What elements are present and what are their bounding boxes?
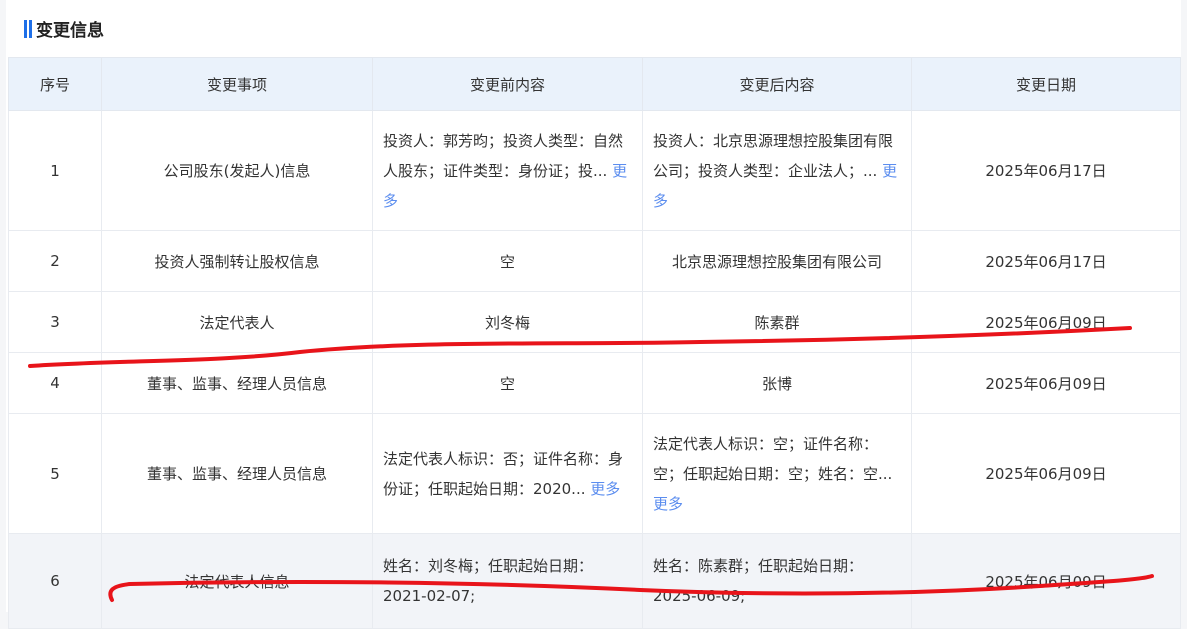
section-header: 变更信息 [6, 0, 1181, 57]
cell-date: 2025年06月17日 [911, 110, 1181, 231]
section-title: 变更信息 [36, 21, 104, 41]
cell-date: 2025年06月09日 [911, 533, 1181, 629]
cell-item: 法定代表人 [101, 291, 373, 353]
after-text: 投资人：北京思源理想控股集团有限公司；投资人类型：企业法人；... [653, 131, 894, 180]
table-row: 4 董事、监事、经理人员信息 空 张博 2025年06月09日 [8, 352, 1181, 414]
cell-date: 2025年06月09日 [911, 352, 1181, 414]
cell-no: 4 [8, 352, 102, 414]
cell-after: 投资人：北京思源理想控股集团有限公司；投资人类型：企业法人；... 更多 [642, 110, 912, 231]
before-text: 投资人：郭芳昀；投资人类型：自然人股东；证件类型：身份证；投... [383, 131, 624, 180]
cell-item: 投资人强制转让股权信息 [101, 230, 373, 292]
cell-no: 3 [8, 291, 102, 353]
table-row: 6 法定代表人信息 姓名：刘冬梅；任职起始日期：2021-02-07; 姓名：陈… [8, 533, 1181, 629]
cell-no: 6 [8, 533, 102, 629]
cell-no: 1 [8, 110, 102, 231]
header-date: 变更日期 [911, 57, 1181, 111]
table-row: 2 投资人强制转让股权信息 空 北京思源理想控股集团有限公司 2025年06月1… [8, 230, 1181, 292]
before-text: 法定代表人标识：否；证件名称：身份证；任职起始日期：2020... [383, 449, 624, 498]
cell-after: 陈素群 [642, 291, 912, 353]
table-header-row: 序号 变更事项 变更前内容 变更后内容 变更日期 [8, 57, 1181, 111]
header-after: 变更后内容 [642, 57, 912, 111]
cell-before: 投资人：郭芳昀；投资人类型：自然人股东；证件类型：身份证；投... 更多 [372, 110, 643, 231]
cell-before: 法定代表人标识：否；证件名称：身份证；任职起始日期：2020... 更多 [372, 413, 643, 534]
header-before: 变更前内容 [372, 57, 643, 111]
cell-item: 法定代表人信息 [101, 533, 373, 629]
cell-before: 姓名：刘冬梅；任职起始日期：2021-02-07; [372, 533, 643, 629]
cell-no: 5 [8, 413, 102, 534]
cell-after: 张博 [642, 352, 912, 414]
cell-after: 法定代表人标识：空；证件名称：空；任职起始日期：空；姓名：空... 更多 [642, 413, 912, 534]
more-link[interactable]: 更多 [590, 480, 620, 498]
section-marker-icon [24, 19, 32, 38]
cell-before: 空 [372, 230, 643, 292]
table-row: 3 法定代表人 刘冬梅 陈素群 2025年06月09日 [8, 291, 1181, 353]
cell-item: 董事、监事、经理人员信息 [101, 352, 373, 414]
more-link[interactable]: 更多 [653, 495, 683, 513]
cell-item: 公司股东(发起人)信息 [101, 110, 373, 231]
after-text: 法定代表人标识：空；证件名称：空；任职起始日期：空；姓名：空... [653, 434, 893, 483]
table-row: 5 董事、监事、经理人员信息 法定代表人标识：否；证件名称：身份证；任职起始日期… [8, 413, 1181, 534]
table-row: 1 公司股东(发起人)信息 投资人：郭芳昀；投资人类型：自然人股东；证件类型：身… [8, 110, 1181, 231]
cell-before: 空 [372, 352, 643, 414]
cell-after: 姓名：陈素群；任职起始日期：2025-06-09; [642, 533, 912, 629]
header-no: 序号 [8, 57, 102, 111]
cell-before: 刘冬梅 [372, 291, 643, 353]
header-item: 变更事项 [101, 57, 373, 111]
cell-date: 2025年06月17日 [911, 230, 1181, 292]
change-info-card: 变更信息 序号 变更事项 变更前内容 变更后内容 变更日期 1 公司股东(发起人… [6, 0, 1181, 629]
cell-no: 2 [8, 230, 102, 292]
change-table: 序号 变更事项 变更前内容 变更后内容 变更日期 1 公司股东(发起人)信息 投… [8, 57, 1181, 629]
cell-date: 2025年06月09日 [911, 291, 1181, 353]
cell-item: 董事、监事、经理人员信息 [101, 413, 373, 534]
cell-after: 北京思源理想控股集团有限公司 [642, 230, 912, 292]
cell-date: 2025年06月09日 [911, 413, 1181, 534]
